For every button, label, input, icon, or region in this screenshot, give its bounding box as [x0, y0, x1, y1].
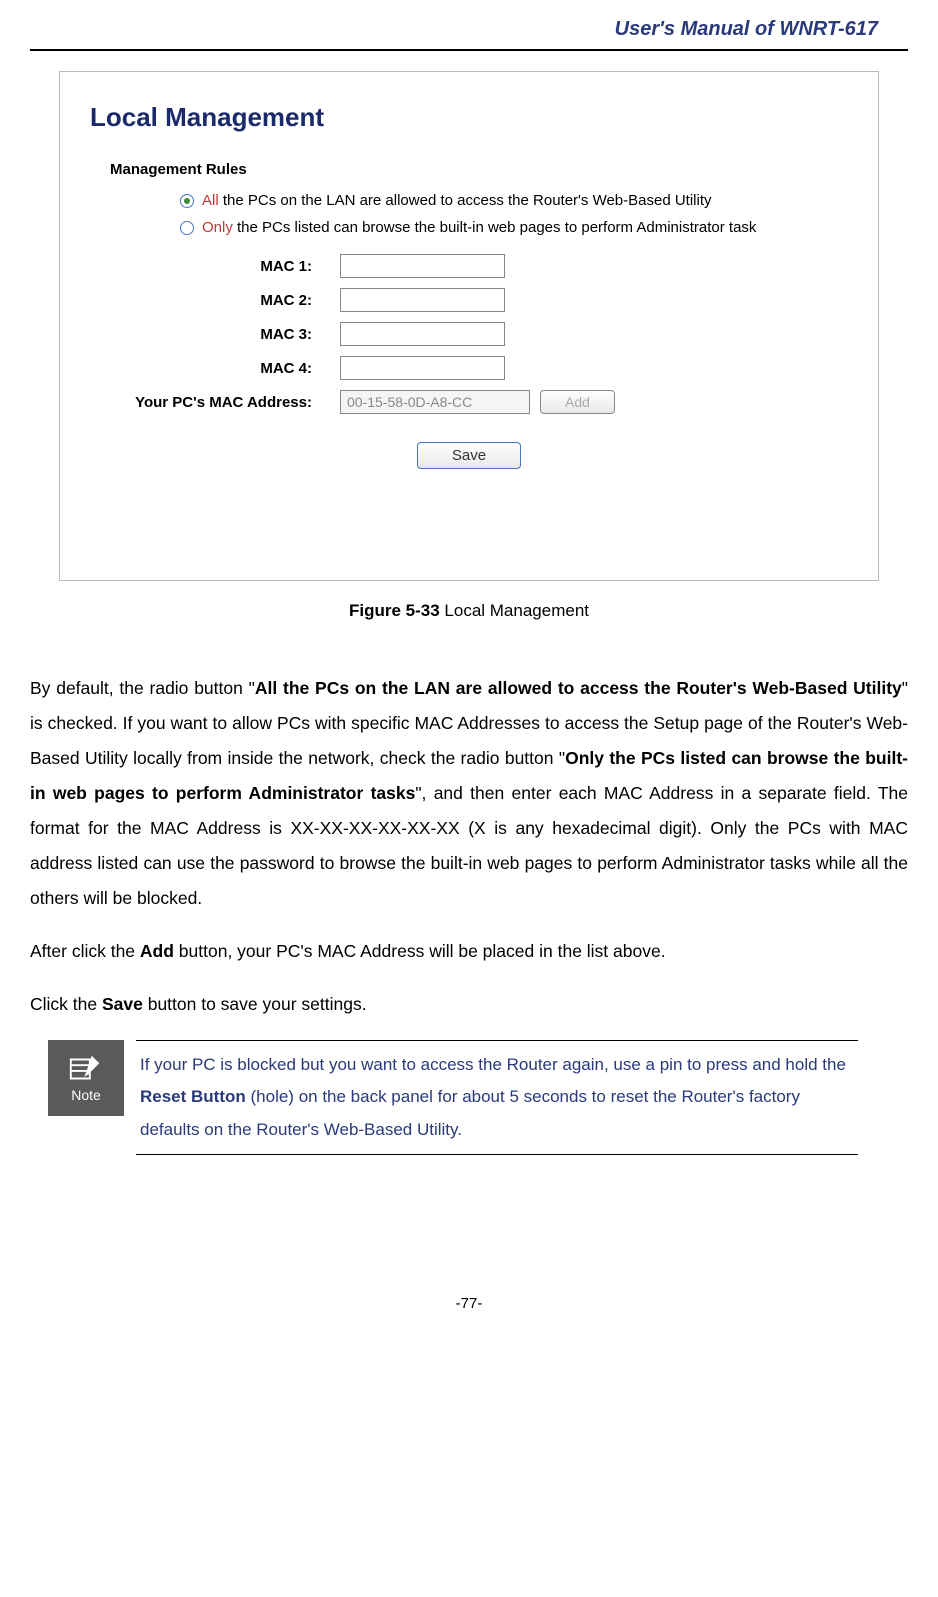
mac4-label: MAC 4:: [130, 360, 340, 377]
paragraph-3: Click the Save button to save your setti…: [30, 987, 908, 1022]
add-button[interactable]: Add: [540, 390, 615, 414]
mac3-label: MAC 3:: [130, 326, 340, 343]
panel-subtitle: Management Rules: [110, 161, 878, 178]
header-divider: [30, 49, 908, 51]
note-icon: Note: [48, 1040, 124, 1116]
mac3-input[interactable]: [340, 322, 505, 346]
mac1-input[interactable]: [340, 254, 505, 278]
mac2-input[interactable]: [340, 288, 505, 312]
figure-caption: Figure 5-33 Local Management: [30, 601, 908, 621]
header-title: User's Manual of WNRT-617: [30, 0, 908, 49]
mac4-input[interactable]: [340, 356, 505, 380]
note-text: If your PC is blocked but you want to ac…: [140, 1049, 854, 1146]
paragraph-1: By default, the radio button "All the PC…: [30, 671, 908, 916]
pcmac-input: [340, 390, 530, 414]
radio-option-only[interactable]: Only the PCs listed can browse the built…: [180, 219, 878, 236]
note-block: Note If your PC is blocked but you want …: [48, 1040, 858, 1155]
note-label: Note: [71, 1087, 101, 1103]
radio-label-only: Only the PCs listed can browse the built…: [202, 219, 756, 236]
radio-label-all: All the PCs on the LAN are allowed to ac…: [202, 192, 712, 209]
screenshot-local-management: Local Management Management Rules All th…: [59, 71, 879, 581]
panel-title: Local Management: [90, 102, 878, 133]
mac1-label: MAC 1:: [130, 258, 340, 275]
page-number: -77-: [30, 1295, 908, 1332]
radio-icon-unselected: [180, 221, 194, 235]
mac2-label: MAC 2:: [130, 292, 340, 309]
radio-icon-selected: [180, 194, 194, 208]
paragraph-2: After click the Add button, your PC's MA…: [30, 934, 908, 969]
pcmac-label: Your PC's MAC Address:: [130, 394, 340, 411]
radio-option-all[interactable]: All the PCs on the LAN are allowed to ac…: [180, 192, 878, 209]
save-button[interactable]: Save: [417, 442, 521, 469]
